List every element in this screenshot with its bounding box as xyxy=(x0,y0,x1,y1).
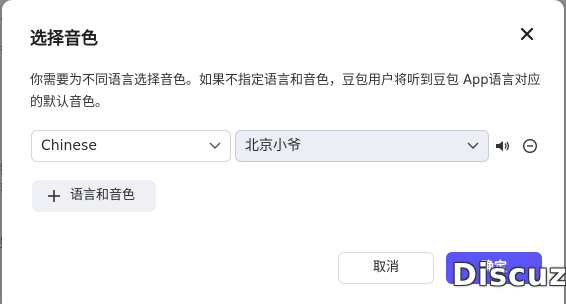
remove-language-button[interactable] xyxy=(522,138,538,154)
minus-circle-icon xyxy=(522,138,538,154)
watermark-logo: Discuz! xyxy=(452,258,566,293)
chevron-down-icon xyxy=(467,142,479,149)
add-language-voice-button[interactable]: 语言和音色 xyxy=(32,180,156,212)
close-icon xyxy=(520,27,534,41)
preview-voice-button[interactable] xyxy=(494,138,510,154)
close-button[interactable] xyxy=(516,23,538,45)
language-select-value: Chinese xyxy=(41,138,97,154)
voice-select-value: 北京小爷 xyxy=(245,138,301,154)
dialog-title: 选择音色 xyxy=(30,29,98,49)
dialog-description: 你需要为不同语言选择音色。如果不指定语言和音色，豆包用户将听到豆包 App语言对… xyxy=(30,73,541,110)
add-button-label: 语言和音色 xyxy=(70,188,136,203)
speaker-icon xyxy=(496,141,510,151)
cancel-button[interactable]: 取消 xyxy=(338,252,434,284)
chevron-down-icon xyxy=(209,142,221,149)
voice-select[interactable]: 北京小爷 xyxy=(235,130,489,162)
language-select[interactable]: Chinese xyxy=(31,130,231,162)
plus-icon xyxy=(48,190,60,202)
